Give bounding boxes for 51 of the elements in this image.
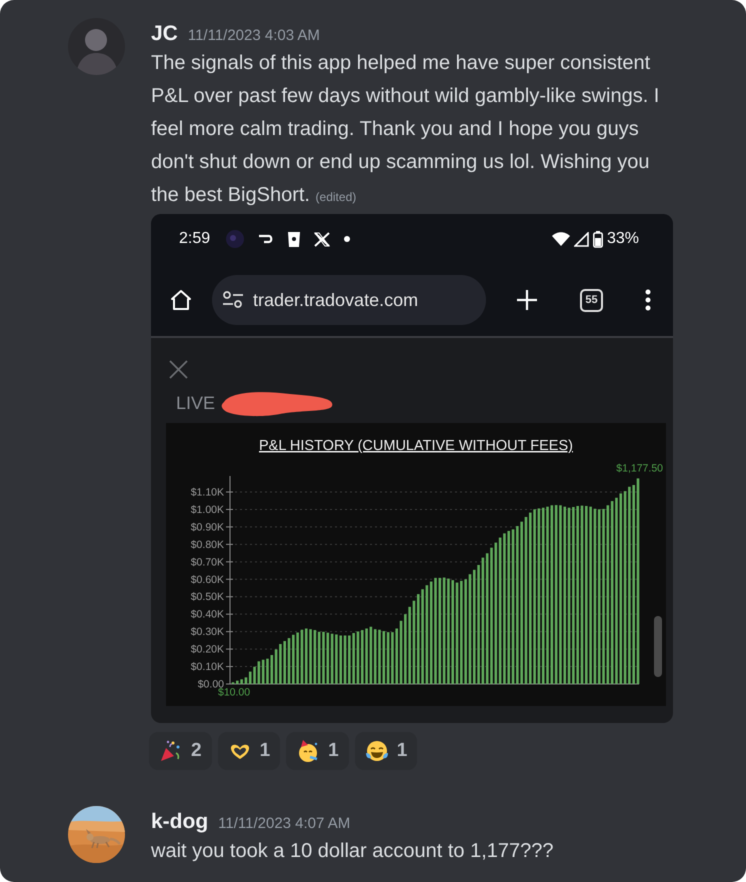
username: JC: [151, 21, 178, 47]
y-tick-label: $0.60K: [190, 574, 224, 586]
y-tick-label: $0.40K: [190, 608, 224, 621]
tab-count-button[interactable]: 55: [580, 288, 603, 312]
dot-icon: [344, 236, 350, 242]
value-label: $1,177.50: [616, 462, 663, 474]
chart-bar: [344, 635, 346, 684]
plus-icon[interactable]: [516, 289, 538, 311]
y-tick-label: $1.10K: [190, 486, 224, 498]
wifi-icon: [552, 232, 570, 246]
edited-label: (edited): [316, 190, 356, 204]
close-icon[interactable]: [169, 360, 188, 379]
clock-time: 2:59: [179, 229, 210, 249]
y-tick-label: $0.90K: [190, 521, 224, 534]
reaction-button[interactable]: 1: [286, 732, 349, 770]
menu-icon[interactable]: [645, 289, 651, 311]
tears-of-joy-icon: [364, 739, 389, 763]
y-tick-label: $0.70K: [190, 556, 224, 568]
y-tick-label: $0.50K: [190, 591, 224, 604]
y-tick-label: $0.80K: [190, 538, 224, 551]
reaction-button[interactable]: 2: [149, 732, 212, 770]
value-label: $10.00: [218, 686, 250, 698]
message-text: The signals of this app helped me have super consistent P&L over past few days without wild gambly-like swings. I feel more calm trading. Thank you and I hope you guys don't shut down or end up scamming us lol. Wishing you the best BigShort. (edited): [151, 51, 660, 208]
account-label: LIVE: [176, 392, 216, 414]
y-tick-label: $0.20K: [190, 644, 224, 656]
signal-icon: [574, 232, 589, 246]
username: k-dog: [151, 809, 208, 835]
message-text: wait you took a 10 dollar account to 1,177???: [151, 839, 554, 864]
cup-icon: [288, 231, 300, 247]
url-text: trader.tradovate.com: [253, 288, 418, 312]
battery-icon: [592, 230, 603, 248]
y-tick-label: $0.30K: [190, 626, 224, 638]
y-tick-label: $1.00K: [190, 504, 224, 516]
chart-bar: [322, 632, 325, 684]
y-tick-label: $0.10K: [190, 661, 224, 674]
x-mark-icon: [314, 232, 330, 246]
reaction-button[interactable]: 1: [354, 732, 418, 770]
battery-percent: 33%: [606, 229, 639, 249]
scrollbar-thumb[interactable]: [654, 616, 662, 677]
app-icon: [226, 230, 244, 248]
reaction-button[interactable]: 1: [218, 732, 280, 770]
timestamp: 11/11/2023 4:03 AM: [188, 26, 320, 46]
chart-bar: [288, 638, 290, 684]
chart-bar: [378, 630, 381, 684]
chart-title: P&L HISTORY (CUMULATIVE WITHOUT FEES): [259, 438, 573, 454]
home-icon[interactable]: [169, 288, 193, 312]
hook-icon: [258, 234, 274, 244]
address-bar[interactable]: trader.tradovate.com: [212, 275, 486, 325]
timestamp: 11/11/2023 4:07 AM: [218, 814, 350, 834]
screenshot-attachment[interactable]: 2:59 33% trader.tradovate.com 55 LIVE P&L HISTORY (CUMULATIVE WITHOUT FEES) $1,177.50 $1.10K $1.00K $0.90K $0.80K $0.70K $0.60K $0.50K $0.40K $0.30K $0.20K $0.10K $0.00 $10.00: [151, 214, 673, 723]
tune-icon[interactable]: [222, 291, 244, 309]
